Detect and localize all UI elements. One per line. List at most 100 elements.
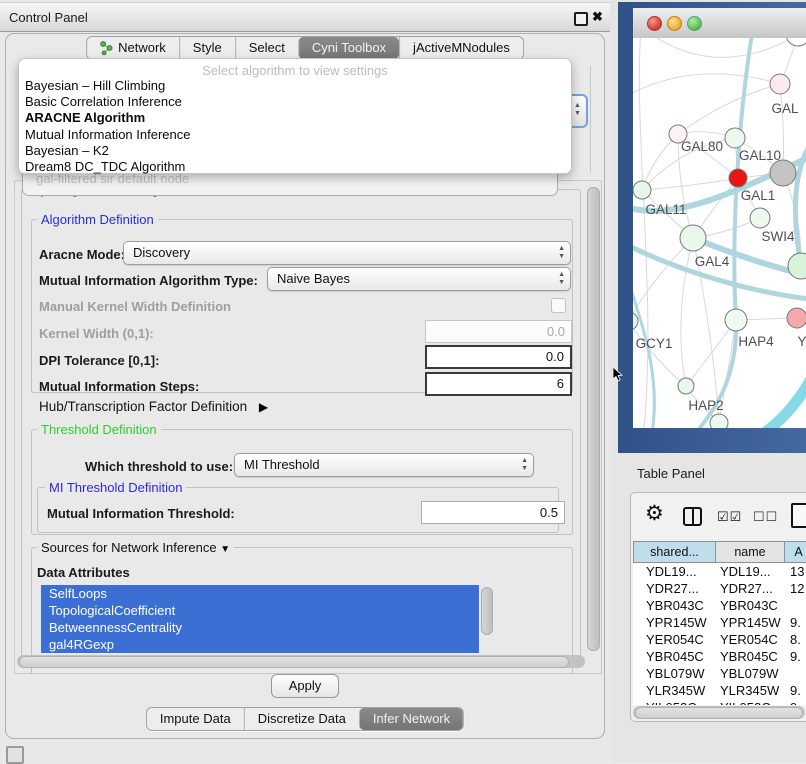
table-row[interactable]: YDR27...YDR27...12 bbox=[633, 580, 806, 597]
tab-cyni-toolbox[interactable]: Cyni Toolbox bbox=[298, 37, 399, 59]
tab-network[interactable]: Network bbox=[87, 37, 179, 59]
network-icon bbox=[100, 41, 113, 55]
network-node-gal4[interactable] bbox=[680, 225, 706, 251]
dpi-tolerance-field[interactable]: 0.0 bbox=[425, 345, 572, 369]
node-label: GAL11 bbox=[645, 202, 686, 217]
sources-group-expander[interactable]: Sources for Network Inference ▼ bbox=[37, 540, 234, 555]
table-cell: 9 bbox=[782, 699, 806, 705]
table-cell: YDL19... bbox=[633, 563, 714, 580]
tab-impute-data[interactable]: Impute Data bbox=[147, 708, 244, 730]
apply-button[interactable]: Apply bbox=[271, 674, 339, 698]
list-scrollbar[interactable] bbox=[481, 587, 493, 635]
network-edge-cyan bbox=[755, 376, 806, 428]
stepper-arrows-icon: ▲▼ bbox=[558, 245, 565, 261]
tab-style[interactable]: Style bbox=[179, 37, 235, 59]
mac-zoom-button[interactable] bbox=[687, 16, 702, 31]
network-node-gal[interactable] bbox=[770, 74, 790, 94]
algorithm-dropdown-popup: Select algorithm to view settings Bayesi… bbox=[18, 58, 572, 174]
file-icon[interactable] bbox=[791, 503, 806, 528]
table-cell: YBR045C bbox=[714, 648, 782, 665]
attribute-list-item[interactable]: gal4RGexp bbox=[41, 636, 479, 653]
tab-infer-network[interactable]: Infer Network bbox=[359, 708, 463, 730]
aracne-mode-label: Aracne Mode: bbox=[39, 247, 125, 262]
table-row[interactable]: YER054CYER054C8. bbox=[633, 631, 806, 648]
network-node-y[interactable] bbox=[787, 308, 806, 328]
dropdown-item[interactable]: Bayesian – K2 bbox=[19, 143, 571, 159]
network-node[interactable] bbox=[788, 253, 806, 279]
hub-definition-expander[interactable]: Hub/Transcription Factor Definition ▶ bbox=[39, 399, 268, 414]
mac-minimize-button[interactable] bbox=[667, 16, 682, 31]
table-cell: 9. bbox=[782, 648, 806, 665]
table-cell: YDR27... bbox=[633, 580, 714, 597]
dropdown-item[interactable]: ARACNE Algorithm bbox=[19, 110, 571, 126]
settings-vertical-scrollbar[interactable] bbox=[587, 187, 600, 651]
table-row[interactable]: YBL079WYBL079W bbox=[633, 665, 806, 682]
dropdown-item[interactable]: Basic Correlation Inference bbox=[19, 94, 571, 110]
mi-type-combobox[interactable]: Naive Bayes ▲▼ bbox=[267, 267, 571, 291]
table-row[interactable]: YLR345WYLR345W9. bbox=[633, 682, 806, 699]
table-horizontal-scrollbar[interactable] bbox=[635, 707, 803, 719]
network-canvas[interactable]: GALGAL80GAL10GAL1GAL11SWI4GAL4GCY1HAP4YH… bbox=[633, 38, 806, 428]
kernel-width-field[interactable]: 0.0 bbox=[425, 320, 572, 343]
network-node-gal11[interactable] bbox=[633, 181, 651, 199]
network-node-hap4[interactable] bbox=[725, 309, 747, 331]
attribute-list-item[interactable]: SelfLoops bbox=[41, 585, 479, 602]
table-row[interactable]: YDL19...YDL19...13 bbox=[633, 563, 806, 580]
close-icon[interactable]: ✖ bbox=[592, 9, 603, 25]
tab-select[interactable]: Select bbox=[235, 37, 298, 59]
aracne-mode-combobox[interactable]: Discovery ▲▼ bbox=[123, 241, 571, 265]
settings-horizontal-scrollbar[interactable] bbox=[19, 656, 569, 668]
table-cell: YLR345W bbox=[714, 682, 782, 699]
table-cell: YDL19... bbox=[714, 563, 782, 580]
network-node-gal1[interactable] bbox=[729, 169, 747, 187]
which-threshold-combobox[interactable]: MI Threshold ▲▼ bbox=[234, 453, 534, 477]
mi-threshold-field[interactable]: 0.5 bbox=[421, 501, 565, 524]
tab-discretize-data[interactable]: Discretize Data bbox=[244, 708, 359, 730]
network-node[interactable] bbox=[710, 414, 728, 428]
network-window-titlebar[interactable] bbox=[633, 8, 806, 39]
network-graph: GALGAL80GAL10GAL1GAL11SWI4GAL4GCY1HAP4YH… bbox=[633, 38, 806, 428]
gear-icon[interactable]: ⚙ bbox=[645, 501, 664, 526]
network-node[interactable] bbox=[770, 160, 796, 186]
hide-columns-unchecked-icon[interactable]: ☐☐ bbox=[753, 509, 778, 525]
algorithm-combo-stepper[interactable]: ▲▼ bbox=[571, 94, 588, 128]
network-node-gal10[interactable] bbox=[725, 128, 745, 148]
tab-jactivemnodules[interactable]: jActiveMNodules bbox=[399, 37, 523, 59]
mac-close-button[interactable] bbox=[647, 16, 662, 31]
manual-kernel-checkbox[interactable] bbox=[551, 298, 566, 313]
table-body: YDL19...YDL19...13YDR27...YDR27...12YBR0… bbox=[633, 563, 806, 705]
table-row[interactable]: YPR145WYPR145W9. bbox=[633, 614, 806, 631]
network-node-gcy1[interactable] bbox=[633, 312, 638, 330]
table-cell: YBR043C bbox=[633, 597, 714, 614]
dpi-tolerance-label: DPI Tolerance [0,1]: bbox=[39, 353, 159, 368]
node-label: HAP4 bbox=[738, 334, 774, 349]
attribute-list-item[interactable]: BetweennessCentrality bbox=[41, 619, 479, 636]
network-node[interactable] bbox=[786, 38, 806, 46]
split-columns-icon[interactable] bbox=[683, 507, 702, 526]
manual-kernel-label: Manual Kernel Width Definition bbox=[39, 299, 231, 314]
table-cell: YLR345W bbox=[633, 682, 714, 699]
top-tabbar: NetworkStyleSelectCyni ToolboxjActiveMNo… bbox=[86, 36, 524, 60]
column-header[interactable]: name bbox=[716, 541, 785, 563]
table-cell: YBR043C bbox=[714, 597, 782, 614]
network-node-swi4[interactable] bbox=[750, 208, 770, 228]
node-label: GAL80 bbox=[681, 139, 723, 154]
dropdown-item[interactable]: Dream8 DC_TDC Algorithm bbox=[19, 159, 571, 175]
table-row[interactable]: YBR045CYBR045C9. bbox=[633, 648, 806, 665]
mouse-cursor bbox=[613, 367, 624, 382]
dock-panel-icon[interactable] bbox=[6, 746, 24, 764]
column-header[interactable]: shared... bbox=[633, 541, 716, 563]
dropdown-item[interactable]: Mutual Information Inference bbox=[19, 127, 571, 143]
show-columns-checked-icon[interactable]: ☑☑ bbox=[717, 509, 742, 525]
mi-threshold-label: Mutual Information Threshold: bbox=[47, 506, 235, 521]
column-header[interactable]: A bbox=[785, 541, 806, 563]
mi-steps-field[interactable]: 6 bbox=[425, 372, 572, 396]
table-row[interactable]: YIL052CYIL052C9 bbox=[633, 699, 806, 705]
node-label: GAL bbox=[771, 101, 799, 116]
attribute-list-item[interactable]: TopologicalCoefficient bbox=[41, 602, 479, 619]
float-window-icon[interactable] bbox=[574, 12, 588, 26]
dropdown-item[interactable]: Bayesian – Hill Climbing bbox=[19, 78, 571, 94]
table-row[interactable]: YBR043CYBR043C bbox=[633, 597, 806, 614]
table-cell: YBL079W bbox=[633, 665, 714, 682]
network-node-hap2[interactable] bbox=[678, 378, 694, 394]
